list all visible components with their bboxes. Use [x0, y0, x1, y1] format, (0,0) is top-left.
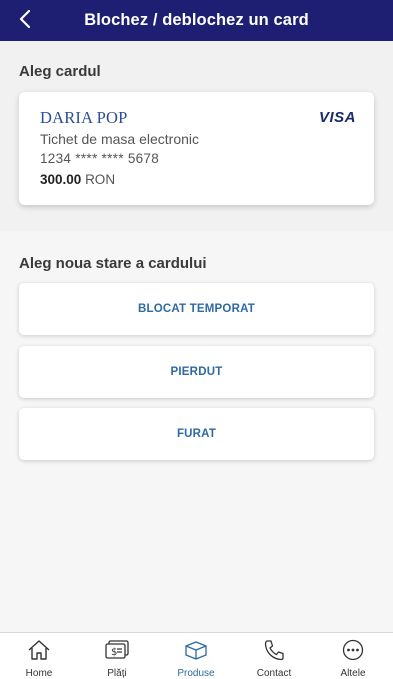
app-header: Blochez / deblochez un card — [0, 0, 393, 41]
tab-home-label: Home — [25, 668, 53, 679]
tab-contact-label: Contact — [256, 668, 292, 679]
bottom-tab-bar: Home $ Plăți Produse Contact Altele — [0, 632, 393, 679]
tab-plati[interactable]: $ Plăți — [78, 633, 156, 679]
card-number: 1234 **** **** 5678 — [40, 151, 160, 166]
card-type: Tichet de masa electronic — [40, 131, 199, 147]
option-blocat-temporat-button[interactable]: BLOCAT TEMPORAT — [19, 283, 374, 335]
card-currency: RON — [85, 172, 116, 187]
back-button[interactable] — [10, 6, 40, 36]
tab-plati-label: Plăți — [107, 668, 127, 679]
tab-contact[interactable]: Contact — [235, 633, 313, 679]
home-icon — [27, 633, 51, 666]
state-section-title: Aleg noua stare a cardului — [19, 255, 207, 272]
card-item[interactable]: DARIA POP VISA Tichet de masa electronic… — [19, 92, 374, 205]
tab-produse[interactable]: Produse — [157, 633, 235, 679]
page-title: Blochez / deblochez un card — [84, 11, 309, 29]
tab-altele-label: Altele — [340, 668, 366, 679]
visa-logo: VISA — [318, 109, 356, 126]
payments-icon: $ — [104, 633, 130, 666]
card-holder-name: DARIA POP — [40, 108, 128, 127]
svg-text:$: $ — [111, 647, 117, 658]
tab-altele[interactable]: Altele — [314, 633, 392, 679]
option-furat-button[interactable]: FURAT — [19, 408, 374, 460]
tab-home[interactable]: Home — [0, 633, 78, 679]
more-icon — [341, 633, 365, 666]
phone-icon — [262, 633, 286, 666]
option-pierdut-button[interactable]: PIERDUT — [19, 346, 374, 398]
card-balance: 300.00 RON — [40, 172, 115, 187]
card-section-title: Aleg cardul — [19, 63, 101, 80]
chevron-left-icon — [18, 9, 32, 34]
tab-produse-label: Produse — [177, 668, 215, 679]
box-icon — [183, 633, 209, 666]
card-amount: 300.00 — [40, 172, 82, 187]
